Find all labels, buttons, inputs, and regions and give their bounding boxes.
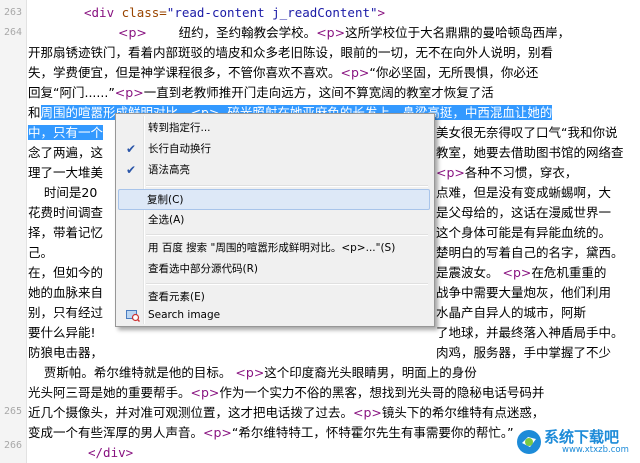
text-line: 失，学费便宜，但是神学课程很多，不管你喜欢不喜欢。<p>“你必坚固，无所畏惧，你…: [28, 65, 539, 80]
menu-separator: [146, 234, 428, 236]
text-fragment: 了地球，并最终落入神盾局手中。: [436, 325, 624, 340]
menu-item-view-selection-source[interactable]: 查看选中部分源代码(R): [118, 259, 430, 280]
text-line: 要什么异能!: [28, 325, 96, 340]
text-line: 近几个摄像头，并对准可观测位置，这才把电话拨了过去。<p>镜头下的希尔维特有点迷…: [28, 405, 545, 420]
watermark-url: www.xtxzb.com: [562, 445, 629, 455]
text-line: 理了一大堆美: [28, 165, 104, 180]
check-icon: ✔: [126, 142, 137, 156]
text-fragment: 战争中需要大量炮灰，他们利用: [436, 285, 612, 300]
menu-item-select-all[interactable]: 全选(A): [118, 210, 430, 231]
menu-item-search-image[interactable]: Search image: [118, 305, 430, 326]
line-number: 266: [3, 440, 22, 451]
text-line: 花费时间调查: [28, 205, 104, 220]
text-fragment: 是父母给的，这话在漫威世界一: [436, 205, 612, 220]
menu-item-word-wrap[interactable]: ✔ 长行自动换行: [118, 139, 430, 160]
text-fragment: 是震波女。 <p>在危机重重的: [436, 265, 607, 280]
code-line-div-open: <div class="read-content j_readContent">: [84, 5, 386, 20]
text-fragment: 点难，但是没有变成蜥蜴啊，大: [436, 185, 612, 200]
text-line: 别，只有经过: [28, 305, 104, 320]
watermark: 系统下载吧 www.xtxzb.com: [514, 425, 634, 459]
text-line: 光头阿三哥是她的重要帮手。<p>作为一个实力不俗的黑客，想找到光头哥的隐秘电话号…: [28, 385, 545, 400]
text-fragment: 水晶产自异人的城市，阿斯: [436, 305, 587, 320]
text-line: 在，但如今的: [28, 265, 104, 280]
menu-item-copy[interactable]: 复制(C): [118, 189, 430, 210]
text-line: 中，只有一个: [28, 125, 104, 140]
line-number: 265: [3, 406, 22, 417]
menu-item-syntax-highlight[interactable]: ✔ 语法高亮: [118, 160, 430, 181]
line-number: 264: [3, 27, 22, 38]
menu-separator: [146, 283, 428, 285]
text-line: 防狼电击器，: [28, 345, 104, 360]
text-fragment: 这个身体可能是有异能血统的。: [436, 225, 612, 240]
text-line: 她的血脉来自: [28, 285, 104, 300]
text-line: 念了两遍，这: [28, 145, 104, 160]
text-line: 贾斯帕。希尔维特就是他的目标。 <p>这个印度裔光头眼睛男，明面上的身份: [28, 365, 477, 380]
text-line: <p> 纽约，圣约翰教会学校。<p>这所学校位于大名鼎鼎的曼哈顿岛西岸，: [118, 25, 571, 40]
text-fragment: 楚明白的写着自己的名字，黛西。: [436, 245, 624, 260]
code-line-close-div: </div>: [88, 445, 134, 460]
watermark-title: 系统下载吧: [544, 428, 620, 446]
text-fragment: 美女很无奈得叹了口气“我和你说: [436, 125, 618, 140]
text-line: 变成一个有些浑厚的男人声音。<p>“希尔维特特工，怀特霍尔先生有事需要你的帮忙。…: [28, 425, 514, 440]
menu-item-goto-line[interactable]: 转到指定行...: [118, 118, 430, 139]
text-line: 回复“阿门......”<p>一直到老教师推开门走向远方，这间不算宽阔的教室才恢…: [28, 85, 494, 100]
text-fragment: 教室，她要去借助图书馆的网络查: [436, 145, 624, 160]
site-logo-icon: [517, 430, 541, 454]
menu-separator: [146, 185, 428, 187]
menu-item-baidu-search[interactable]: 用 百度 搜索 "周围的喧嚣形成鲜明对比。<p>..."(S): [118, 238, 430, 259]
line-gutter: 263 264 265 266: [0, 0, 27, 463]
text-line: 己。: [28, 245, 54, 260]
text-fragment: 肉鸡，服务器，手中掌握了不少: [436, 345, 612, 360]
text-line: 开那扇锈迹铁门，看着内部斑驳的墙皮和众多老旧陈设，眼前的一切，无不在向外人说明，…: [28, 45, 554, 60]
check-icon: ✔: [126, 163, 137, 177]
context-menu: 转到指定行... ✔ 长行自动换行 ✔ 语法高亮 复制(C) 全选(A) 用 百度 …: [115, 113, 435, 327]
text-line: 时间是20: [28, 185, 98, 200]
search-image-icon: [126, 310, 140, 322]
text-line: 择，带着记忆: [28, 225, 104, 240]
text-fragment: <p>各种不习惯，穿衣，: [436, 165, 578, 180]
line-number: 263: [3, 7, 22, 18]
